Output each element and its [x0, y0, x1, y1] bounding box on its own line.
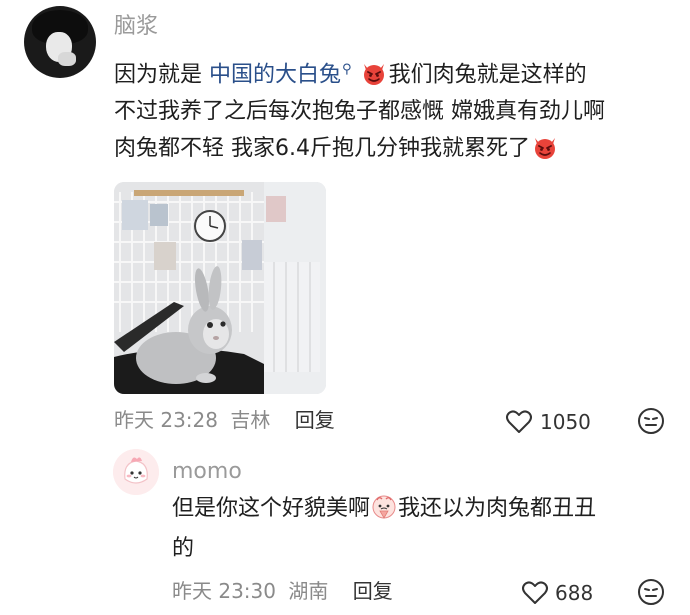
comment-line-1: 因为就是 中国的大白兔⚲ 我们肉兔就是这样的 [114, 51, 684, 93]
comment-line-3: 肉兔都不轻 我家6.4斤抱几分钟我就累死了 [114, 130, 684, 167]
comment-username[interactable]: 脑浆 [114, 14, 158, 40]
search-icon[interactable]: ⚲ [342, 62, 352, 77]
comment-line-2: 不过我养了之后每次抱兔子都感慨 嫦娥真有劲儿啊 [114, 99, 605, 125]
rabbit-photo-illustration [114, 182, 326, 394]
comment-time: 昨天 23:28 [114, 408, 218, 432]
avatar-hand [58, 52, 76, 66]
reply-time: 昨天 23:30 [172, 579, 276, 603]
comment-photo[interactable] [114, 182, 326, 394]
comment-body: 因为就是 中国的大白兔⚲ 我们肉兔就是这样的 不过我养了之后每次抱兔子都感慨 嫦… [114, 51, 684, 167]
heart-icon[interactable] [505, 409, 533, 435]
reply-like-count: 688 [555, 581, 594, 605]
reply-location: 湖南 [288, 579, 329, 603]
reply-line-2: 的 [172, 536, 195, 561]
reply-body: 但是你这个好貌美啊 我还以为肉兔都丑丑 的 [172, 489, 682, 569]
reply-button[interactable]: 回复 [295, 408, 335, 432]
reply-text-line1: 但是你这个好貌美啊 [172, 496, 371, 521]
devil-emoji-icon [363, 64, 384, 86]
cute-creature-avatar-icon [113, 449, 159, 495]
reply-line-1: 但是你这个好貌美啊 我还以为肉兔都丑丑 [172, 489, 682, 529]
comment-text-line3: 肉兔都不轻 我家6.4斤抱几分钟我就累死了 [114, 136, 530, 162]
reply-avatar[interactable] [113, 449, 159, 495]
reply-text-line1-after: 我还以为肉兔都丑丑 [398, 496, 597, 521]
like-count: 1050 [540, 410, 591, 434]
dislike-face-icon[interactable] [637, 407, 665, 435]
reply-reply-button[interactable]: 回复 [353, 579, 393, 603]
comment-text-line1-after: 我们肉兔就是这样的 [388, 62, 587, 88]
dislike-face-icon[interactable] [637, 578, 665, 606]
pleading-emoji-icon [372, 495, 396, 519]
avatar[interactable] [24, 6, 96, 78]
heart-icon[interactable] [521, 580, 549, 606]
comment-location: 吉林 [230, 408, 271, 432]
comment-meta: 昨天 23:28 吉林 回复 [114, 408, 335, 432]
topic-link[interactable]: 中国的大白兔 [209, 62, 341, 87]
reply-meta: 昨天 23:30 湖南 回复 [172, 579, 393, 603]
devil-emoji-icon [534, 138, 555, 160]
comment-text-before-link: 因为就是 [114, 62, 203, 88]
reply-username[interactable]: momo [172, 459, 242, 485]
